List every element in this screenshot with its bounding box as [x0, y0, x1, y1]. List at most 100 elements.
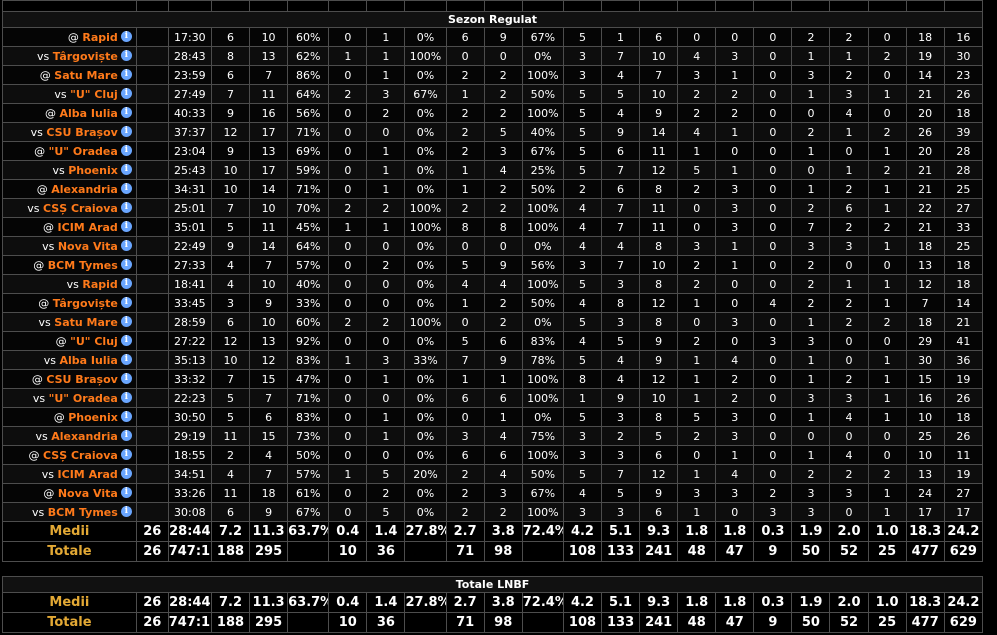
stat-cell: 0% — [404, 331, 447, 351]
info-icon[interactable]: i — [120, 467, 132, 479]
opponent-link[interactable]: CSȘ Craiova — [43, 449, 118, 462]
opponent-link[interactable]: "U" Cluj — [70, 88, 118, 101]
info-icon[interactable]: i — [120, 30, 132, 42]
stat-cell: 5 — [366, 502, 406, 522]
opponent-link[interactable]: Satu Mare — [54, 69, 118, 82]
summary-cell: 10 — [328, 541, 368, 562]
opponent-link[interactable]: CSU Brașov — [46, 126, 117, 139]
opponent-link[interactable]: Phoenix — [68, 164, 118, 177]
summary-cell — [521, 541, 564, 562]
info-icon[interactable]: i — [120, 258, 132, 270]
info-icon[interactable]: i — [120, 87, 132, 99]
opponent-link[interactable]: Alba Iulia — [60, 354, 118, 367]
stat-cell: 4 — [562, 331, 603, 351]
opponent-link[interactable]: "U" Oradea — [49, 392, 118, 405]
opponent-link[interactable]: Rapid — [82, 31, 117, 44]
info-icon[interactable]: i — [120, 334, 132, 346]
stat-cell: 50% — [521, 464, 564, 484]
opponent-link[interactable]: CSU Brașov — [46, 373, 117, 386]
stat-cell: 0 — [753, 46, 793, 66]
stat-cell: 4 — [562, 217, 603, 237]
stat-cell: 2 — [867, 217, 907, 237]
info-icon[interactable]: i — [120, 486, 132, 498]
opponent-link[interactable]: CSȘ Craiova — [43, 202, 118, 215]
opponent-link[interactable]: ICIM Arad — [58, 221, 118, 234]
stat-cell: 8 — [562, 369, 603, 389]
stat-cell: 6 — [483, 388, 523, 408]
opponent-link[interactable]: Alexandria — [51, 430, 118, 443]
opponent-link[interactable]: Satu Mare — [54, 316, 118, 329]
stat-cell: 73% — [287, 426, 330, 446]
opponent-link[interactable]: BCM Tymes — [48, 506, 118, 519]
stat-cell: 5 — [562, 27, 603, 47]
header-cell — [328, 0, 368, 12]
stat-cell: 2 — [677, 255, 717, 275]
stat-cell: 6 — [639, 502, 679, 522]
opponent-link[interactable]: Phoenix — [68, 411, 118, 424]
info-icon[interactable]: i — [120, 448, 132, 460]
info-icon[interactable]: i — [120, 391, 132, 403]
stat-cell: 4 — [483, 426, 523, 446]
opponent-link[interactable]: Rapid — [82, 278, 117, 291]
info-icon[interactable]: i — [120, 353, 132, 365]
info-icon[interactable]: i — [120, 220, 132, 232]
stat-cell: 7 — [601, 160, 641, 180]
stat-cell: 4 — [601, 350, 641, 370]
info-icon[interactable]: i — [120, 277, 132, 289]
stat-cell: 2 — [483, 179, 523, 199]
summary-row: Medii 26 28:44 7.2 11.3 63.7% 0.4 1.4 27.8% 2.7 3.… — [2, 592, 984, 613]
opponent-link[interactable]: BCM Tymes — [48, 259, 118, 272]
games-played-cell — [135, 483, 169, 503]
summary-cell: 71 — [445, 612, 485, 633]
stat-cell: 20 — [905, 103, 945, 123]
info-icon[interactable]: i — [120, 106, 132, 118]
stat-cell: 1 — [366, 217, 406, 237]
opponent-link[interactable]: Târgoviște — [53, 50, 118, 63]
info-icon[interactable]: i — [120, 429, 132, 441]
opponent-link[interactable]: Nova Vita — [58, 487, 118, 500]
stat-cell: 2 — [829, 464, 869, 484]
header-cell — [287, 0, 330, 12]
summary-cell: 0.4 — [328, 521, 368, 542]
games-played-cell — [135, 255, 169, 275]
opponent-link[interactable]: ICIM Arad — [58, 468, 118, 481]
stat-cell: 10 — [249, 198, 289, 218]
opponent-link[interactable]: "U" Oradea — [49, 145, 118, 158]
info-icon[interactable]: i — [120, 125, 132, 137]
stat-cell: 1 — [867, 407, 907, 427]
stat-cell: 0% — [404, 293, 447, 313]
stat-cell: 8 — [210, 46, 251, 66]
stat-cell: 59% — [287, 160, 330, 180]
stat-cell: 11 — [639, 198, 679, 218]
stat-cell: 1 — [677, 464, 717, 484]
header-cell — [791, 0, 831, 12]
stat-cell: 4 — [562, 483, 603, 503]
opponent-link[interactable]: "U" Cluj — [70, 335, 118, 348]
summary-row: Totale26747:1718829510367198108133241484… — [2, 541, 984, 562]
info-icon[interactable]: i — [120, 68, 132, 80]
opponent-link[interactable]: Târgoviște — [53, 297, 118, 310]
stat-cell: 15 — [249, 426, 289, 446]
stat-cell: 23:04 — [167, 141, 212, 161]
info-icon[interactable]: i — [120, 239, 132, 251]
summary-cell: 98 — [483, 612, 523, 633]
info-icon[interactable]: i — [120, 163, 132, 175]
stat-cell: 7 — [601, 464, 641, 484]
info-icon[interactable]: i — [120, 372, 132, 384]
stat-cell: 19 — [943, 464, 984, 484]
info-icon[interactable]: i — [120, 144, 132, 156]
opponent-link[interactable]: Alba Iulia — [60, 107, 118, 120]
info-icon[interactable]: i — [120, 201, 132, 213]
info-icon[interactable]: i — [120, 296, 132, 308]
stat-cell: 67% — [521, 27, 564, 47]
info-icon[interactable]: i — [120, 182, 132, 194]
info-icon[interactable]: i — [120, 315, 132, 327]
stat-cell: 7 — [249, 388, 289, 408]
info-icon[interactable]: i — [120, 505, 132, 517]
info-icon[interactable]: i — [120, 410, 132, 422]
stat-cell: 3 — [715, 407, 755, 427]
summary-cell: 4.2 — [562, 592, 603, 613]
opponent-link[interactable]: Nova Vita — [58, 240, 118, 253]
opponent-link[interactable]: Alexandria — [51, 183, 118, 196]
info-icon[interactable]: i — [120, 49, 132, 61]
